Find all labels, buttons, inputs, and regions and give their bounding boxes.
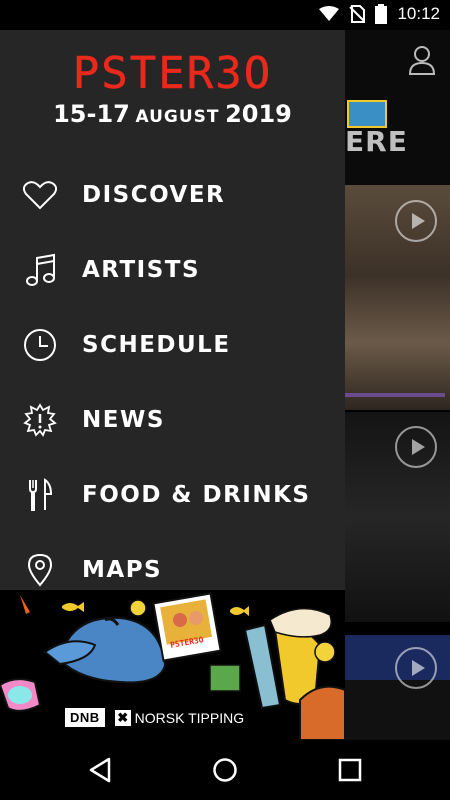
banner-title: ERE	[345, 125, 408, 158]
dnb-logo: DNB	[65, 708, 105, 727]
festival-logo: PSTER3O	[72, 48, 273, 100]
play-icon[interactable]	[395, 200, 437, 242]
play-icon[interactable]	[395, 426, 437, 468]
map-pin-icon	[22, 552, 58, 588]
norsk-tipping-logo: ✖ NORSK TIPPING	[114, 709, 245, 726]
menu-label: ARTISTS	[82, 257, 201, 283]
music-note-icon	[22, 252, 58, 288]
menu-label: DISCOVER	[82, 182, 226, 208]
heart-icon	[22, 177, 58, 213]
card-accent-bar	[345, 393, 445, 397]
dates-days: 15-17	[53, 100, 130, 128]
user-icon[interactable]	[408, 45, 436, 75]
recents-icon[interactable]	[337, 757, 363, 783]
status-time: 10:12	[397, 4, 440, 23]
norsk-tipping-text: NORSK TIPPING	[134, 709, 245, 726]
clock-icon	[22, 327, 58, 363]
no-sim-icon	[349, 5, 366, 23]
battery-icon	[375, 4, 388, 24]
menu-item-discover[interactable]: DISCOVER	[0, 165, 345, 225]
dates-month: AUGUST	[135, 107, 220, 127]
festival-dates: 15-17 AUGUST 2019	[0, 100, 345, 128]
status-bar: 10:12	[0, 0, 450, 30]
menu-item-news[interactable]: NEWS	[0, 390, 345, 450]
fork-knife-icon	[22, 477, 58, 513]
dates-year: 2019	[225, 100, 292, 128]
norsk-tipping-icon: ✖	[114, 709, 131, 726]
news-burst-icon	[22, 402, 58, 438]
promo-illustration: PSTER3O DNB ✖ NORSK TIPPING	[0, 590, 345, 740]
home-icon[interactable]	[212, 757, 238, 783]
menu-label: MAPS	[82, 557, 163, 583]
back-icon[interactable]	[87, 757, 113, 783]
artist-card[interactable]	[345, 680, 450, 740]
menu-item-artists[interactable]: ARTISTS	[0, 240, 345, 300]
menu-label: NEWS	[82, 407, 165, 433]
wifi-icon	[319, 6, 340, 21]
play-icon[interactable]	[395, 647, 437, 689]
menu-label: FOOD & DRINKS	[82, 482, 311, 508]
menu-item-schedule[interactable]: SCHEDULE	[0, 315, 345, 375]
menu-label: SCHEDULE	[82, 332, 231, 358]
menu-item-food-drinks[interactable]: FOOD & DRINKS	[0, 465, 345, 525]
nav-bar	[0, 740, 450, 800]
banner-sticker	[347, 100, 387, 128]
sponsors: DNB ✖ NORSK TIPPING	[65, 708, 244, 727]
status-icons: 10:12	[319, 4, 440, 24]
navigation-drawer: PSTER3O 15-17 AUGUST 2019 DISCOVER ARTIS…	[0, 30, 345, 740]
